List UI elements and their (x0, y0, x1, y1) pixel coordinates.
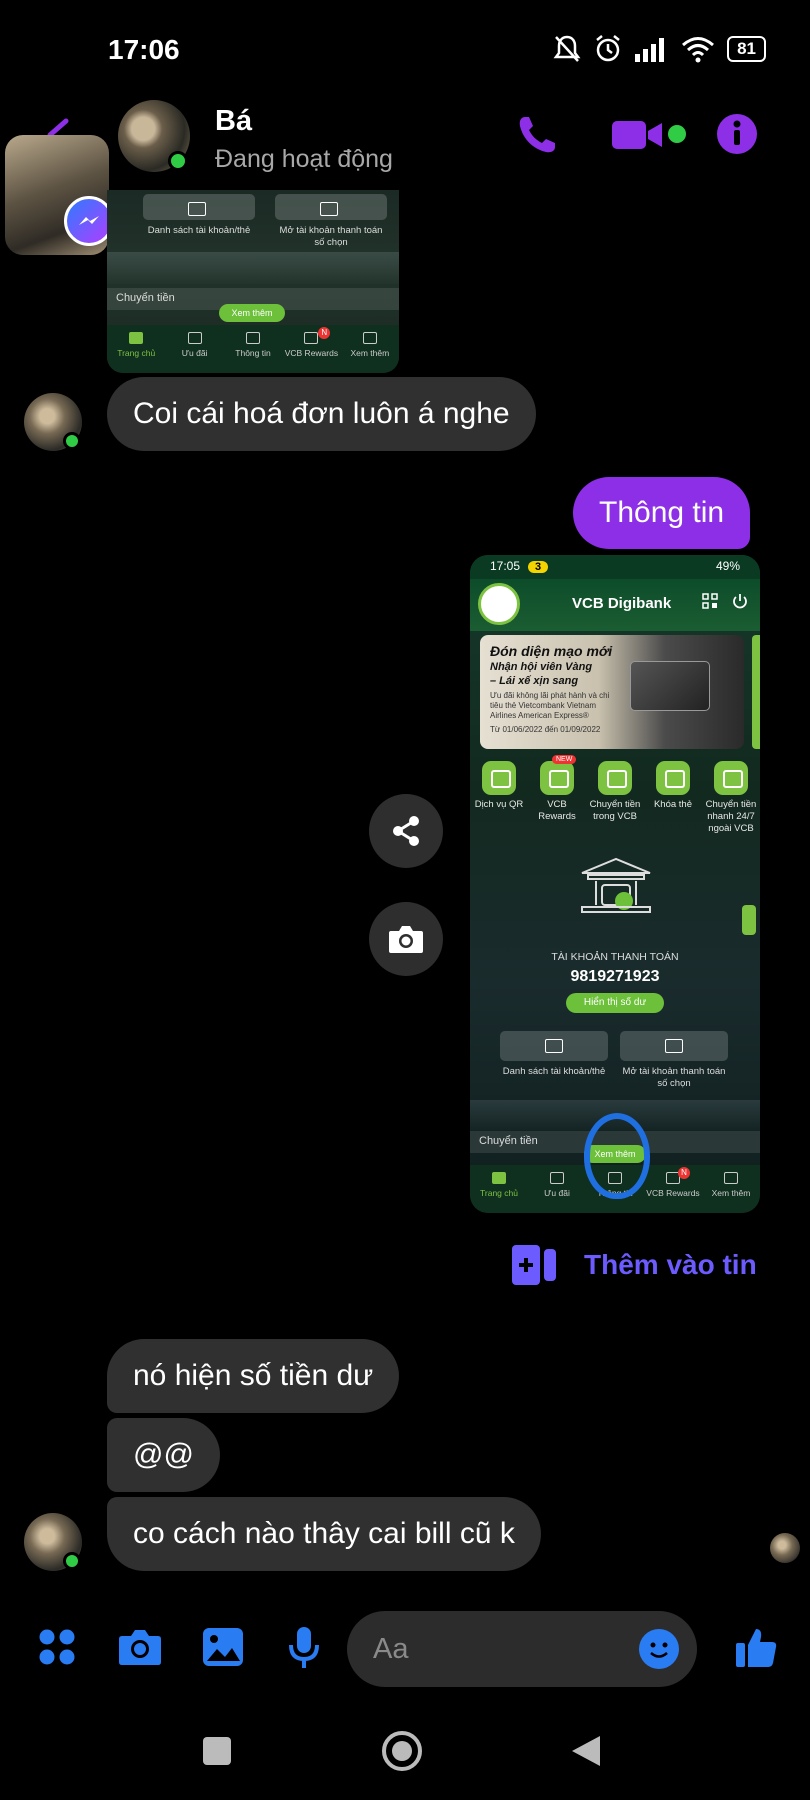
vcb-tiles: Danh sách tài khoản/thẻ Mở tài khoản tha… (500, 1031, 728, 1090)
vcb-time: 17:05 (490, 559, 521, 573)
partial-nav-item: Ưu đãi (165, 325, 223, 373)
read-receipt-avatar (770, 1533, 800, 1563)
share-icon (393, 816, 419, 846)
banner-title: Đón diện mạo mới (490, 643, 613, 659)
new-tag: NEW (552, 755, 577, 764)
status-bar: 17:06 81 (0, 0, 810, 100)
info-icon[interactable] (716, 113, 758, 155)
recent-apps-icon[interactable] (202, 1736, 232, 1766)
camera-effects-button[interactable] (369, 902, 443, 976)
partial-nav-item: Trang chủ (107, 325, 165, 373)
status-icons: 81 (553, 34, 766, 64)
partial-tile-label: Mở tài khoản thanh toán số chọn (279, 225, 383, 248)
add-story-icon (512, 1245, 556, 1285)
banner-dates: Từ 01/06/2022 đến 01/09/2022 (490, 725, 601, 734)
add-to-story[interactable]: Thêm vào tin (512, 1245, 757, 1285)
chat-header: Bá Đang hoạt động (0, 95, 810, 190)
vcb-service: Chuyển tiền nhanh 24/7 ngoài VCB (702, 761, 760, 835)
vcb-nav-item: Ưu đãi (528, 1165, 586, 1213)
battery-indicator: 81 (727, 36, 766, 62)
partial-nav-item: Thông tin (224, 325, 282, 373)
partial-more-button: Xem thêm (219, 304, 285, 322)
mute-bell-icon (553, 35, 581, 62)
vcb-battery: 49% (715, 559, 740, 573)
camera-icon[interactable] (117, 1627, 163, 1667)
partial-tile: Mở tài khoản thanh toán số chọn (275, 194, 387, 249)
bank-building-icon (581, 857, 651, 913)
video-active-dot (668, 125, 686, 143)
vcb-services-row: Dịch vụ QR VCB Rewards Chuyển tiền trong… (470, 761, 760, 835)
vcb-nav-item: Xem thêm (702, 1165, 760, 1213)
card-image (630, 661, 710, 711)
shared-image-vcb-screenshot[interactable]: 17:05 3 49% VCB Digibank Đón diện mạo mới… (470, 555, 760, 1213)
mic-icon[interactable] (287, 1625, 321, 1671)
banner-next-peek (752, 635, 760, 749)
vcb-service: VCB Rewards (528, 761, 586, 835)
vcb-nav-item: Trang chủ (470, 1165, 528, 1213)
message-bubble-incoming[interactable]: Coi cái hoá đơn luôn á nghe (107, 377, 536, 451)
vcb-nav-item: VCB Rewards N (646, 1167, 700, 1198)
partial-bottom-nav: Trang chủ Ưu đãi Thông tin VCB Rewards N … (107, 325, 399, 373)
message-bubble-incoming[interactable]: @@ (107, 1418, 220, 1492)
message-composer: Aa (0, 1605, 810, 1695)
camera-icon (389, 926, 423, 953)
vcb-account-number: 9819271923 (570, 968, 660, 985)
video-icon[interactable] (612, 117, 664, 153)
contact-status: Đang hoạt động (215, 145, 393, 173)
message-bubble-incoming[interactable]: co cách nào thây cai bill cũ k (107, 1497, 541, 1571)
vcb-status-bar: 17:05 3 49% (470, 555, 760, 579)
online-indicator (168, 151, 188, 171)
message-bubble-outgoing[interactable]: Thông tin (573, 477, 751, 549)
partial-nav-badge: N (318, 327, 331, 339)
vcb-app-title: VCB Digibank (572, 595, 672, 612)
side-handle (742, 905, 756, 935)
back-nav-icon[interactable] (570, 1734, 602, 1768)
wifi-icon (682, 37, 715, 63)
apps-icon[interactable] (37, 1627, 77, 1667)
vcb-show-balance: Hiển thị số dư (566, 993, 664, 1013)
system-navigation-bar (0, 1700, 810, 1800)
like-icon[interactable] (734, 1625, 778, 1669)
vcb-account-label: TÀI KHOẢN THANH TOÁN (551, 951, 679, 963)
vcb-nav-badge: N (678, 1167, 690, 1179)
shared-image-partial[interactable]: Danh sách tài khoản/thẻ Mở tài khoản tha… (107, 190, 399, 373)
alarm-icon (596, 35, 620, 62)
partial-tile: Danh sách tài khoản/thẻ (143, 194, 255, 249)
online-indicator (63, 1552, 81, 1570)
power-icon (733, 594, 747, 609)
vcb-service: Chuyển tiền trong VCB (586, 761, 644, 835)
vcb-user-avatar (478, 583, 520, 625)
online-indicator (63, 432, 81, 450)
emoji-icon[interactable] (639, 1629, 679, 1669)
vcb-tile: Danh sách tài khoản/thẻ (500, 1031, 608, 1090)
qr-icon (702, 593, 718, 609)
message-bubble-incoming[interactable]: nó hiện số tiền dư (107, 1339, 400, 1413)
blue-circle-annotation (584, 1113, 650, 1199)
banner-fine-print: Ưu đãi không lãi phát hành và chi tiêu t… (490, 691, 610, 720)
vcb-notif-badge: 3 (528, 561, 549, 573)
phone-icon[interactable] (515, 113, 559, 157)
signal-icon (635, 38, 665, 62)
partial-tile-label: Danh sách tài khoản/thẻ (147, 225, 251, 236)
vcb-service: Khóa thẻ (644, 761, 702, 835)
vcb-tile: Mở tài khoản thanh toán số chọn (620, 1031, 728, 1090)
status-time: 17:06 (108, 34, 180, 65)
gallery-icon[interactable] (202, 1627, 244, 1667)
add-story-label: Thêm vào tin (584, 1249, 757, 1280)
contact-name[interactable]: Bá (215, 105, 252, 138)
partial-nav-item: VCB Rewards N (284, 327, 339, 358)
share-button[interactable] (369, 794, 443, 868)
home-icon[interactable] (381, 1730, 423, 1772)
vcb-service: Dịch vụ QR (470, 761, 528, 835)
message-input[interactable]: Aa (347, 1611, 697, 1687)
partial-nav-item: Xem thêm (341, 325, 399, 373)
vcb-promo-banner: Đón diện mạo mới Nhận hội viên Vàng – Lá… (480, 635, 744, 749)
message-input-placeholder: Aa (373, 1632, 409, 1665)
